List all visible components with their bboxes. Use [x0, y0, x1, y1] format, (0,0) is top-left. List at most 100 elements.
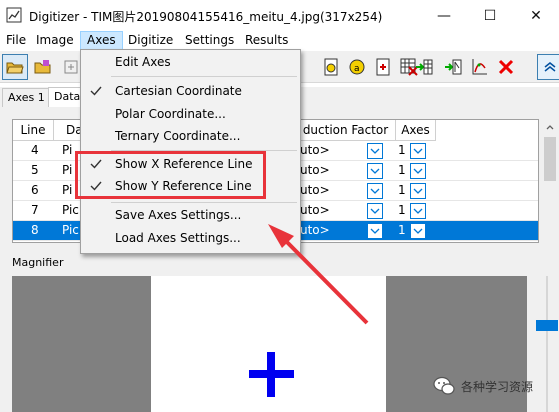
window-title: Digitizer - TIM图片20190804155416_meitu_4.… — [29, 10, 383, 24]
checkmark-icon — [89, 80, 103, 102]
reduction-dropdown[interactable] — [367, 223, 383, 239]
cell-line: 8 — [31, 223, 39, 237]
menu-separator — [111, 202, 297, 203]
curve-axes-icon — [472, 59, 487, 75]
menu-bar: File Image Axes Digitize Settings Result… — [0, 31, 559, 51]
cell-axes: 1 — [398, 203, 406, 217]
tool-button-1[interactable] — [318, 54, 344, 80]
header-line[interactable]: Line — [13, 120, 54, 141]
maximize-button[interactable]: ☐ — [467, 0, 513, 31]
zoom-slider-thumb[interactable] — [536, 320, 558, 331]
red-highlight-box — [75, 151, 266, 199]
cell-reduction: uto> — [300, 163, 330, 177]
open-project-button[interactable] — [30, 54, 56, 80]
menu-item-load-axes[interactable]: Load Axes Settings... — [82, 227, 299, 249]
reduction-dropdown[interactable] — [367, 183, 383, 199]
cell-reduction: uto> — [300, 223, 330, 237]
menu-item-polar[interactable]: Polar Coordinate... — [82, 103, 299, 125]
header-reduction-factor[interactable]: duction Factor — [296, 120, 396, 141]
minimize-button[interactable]: — — [421, 0, 467, 31]
chevron-down-icon — [413, 228, 423, 234]
red-x-icon — [498, 59, 514, 75]
close-button[interactable]: ✕ — [513, 0, 559, 31]
chevron-down-icon — [413, 188, 423, 194]
watermark: 各种学习资源 — [433, 376, 533, 396]
cell-axes: 1 — [398, 183, 406, 197]
menu-axes[interactable]: Axes — [80, 31, 123, 51]
wechat-icon — [433, 376, 455, 395]
axes-dropdown[interactable] — [410, 183, 426, 199]
menu-settings[interactable]: Settings — [179, 31, 240, 51]
menu-item-ternary[interactable]: Ternary Coordinate... — [82, 125, 299, 147]
cell-line: 7 — [31, 203, 39, 217]
menu-digitize[interactable]: Digitize — [122, 31, 179, 51]
cell-reduction: uto> — [300, 183, 330, 197]
header-axes[interactable]: Axes — [396, 120, 436, 141]
tool-button-7[interactable] — [466, 54, 492, 80]
scrollbar-thumb[interactable] — [544, 137, 556, 181]
title-bar: Digitizer - TIM图片20190804155416_meitu_4.… — [0, 0, 559, 31]
cell-axes: 1 — [398, 143, 406, 157]
tab-axes-1[interactable]: Axes 1 — [2, 88, 51, 107]
cell-reduction: uto> — [300, 143, 330, 157]
circle-point-icon: a — [349, 59, 365, 75]
cell-data: Pi — [62, 143, 73, 157]
export-icon — [64, 60, 78, 74]
tool-button-3[interactable] — [370, 54, 396, 80]
arrow-axis-icon — [445, 59, 462, 75]
cell-data: Pi — [62, 183, 73, 197]
page-icon — [324, 58, 338, 76]
tool-button-6[interactable] — [440, 54, 466, 80]
reduction-dropdown[interactable] — [367, 143, 383, 159]
chevron-down-icon — [413, 208, 423, 214]
menu-item-label: Cartesian Coordinate — [115, 84, 242, 98]
chevron-down-icon — [370, 188, 380, 194]
menu-item-save-axes[interactable]: Save Axes Settings... — [82, 204, 299, 226]
menu-item-edit-axes[interactable]: Edit Axes — [82, 51, 299, 73]
magnifier-label: Magnifier — [12, 256, 64, 269]
axes-dropdown[interactable] — [410, 203, 426, 219]
scroll-up-icon[interactable] — [546, 124, 554, 130]
menu-file[interactable]: File — [0, 31, 32, 51]
open-folder-icon — [6, 62, 24, 74]
crosshair-vertical — [267, 352, 275, 397]
zoom-slider-track[interactable] — [546, 276, 548, 412]
cell-data: Pi — [62, 163, 73, 177]
chevron-down-icon — [370, 148, 380, 154]
watermark-text: 各种学习资源 — [461, 379, 534, 394]
tool-button-5[interactable] — [411, 54, 437, 80]
chevron-up-double-icon — [544, 62, 556, 72]
chevron-down-icon — [370, 228, 380, 234]
app-icon — [6, 7, 22, 23]
chevron-down-icon — [370, 208, 380, 214]
cell-line: 6 — [31, 183, 39, 197]
grid-scrollbar[interactable] — [541, 119, 559, 241]
maximize-icon: ☐ — [483, 7, 497, 24]
reduction-dropdown[interactable] — [367, 203, 383, 219]
cell-axes: 1 — [398, 163, 406, 177]
cell-line: 4 — [31, 143, 39, 157]
axes-dropdown[interactable] — [410, 163, 426, 179]
add-page-icon — [376, 58, 390, 76]
chevron-down-icon — [413, 168, 423, 174]
folder-icon — [34, 60, 51, 74]
axes-dropdown[interactable] — [410, 223, 426, 239]
delete-button[interactable] — [493, 54, 519, 80]
axes-dropdown[interactable] — [410, 143, 426, 159]
cell-line: 5 — [31, 163, 39, 177]
menu-results[interactable]: Results — [239, 31, 294, 51]
chevron-down-icon — [413, 148, 423, 154]
close-icon: ✕ — [530, 7, 542, 24]
tool-button-2[interactable]: a — [344, 54, 370, 80]
menu-item-cartesian[interactable]: Cartesian Coordinate — [82, 80, 299, 102]
svg-text:a: a — [354, 64, 360, 74]
arrow-grid-icon — [416, 59, 433, 75]
menu-image[interactable]: Image — [30, 31, 80, 51]
open-image-button[interactable] — [2, 54, 28, 80]
reduction-dropdown[interactable] — [367, 163, 383, 179]
cell-reduction: uto> — [300, 203, 330, 217]
cell-axes: 1 — [398, 223, 406, 237]
toolbar-overflow-button[interactable] — [537, 54, 559, 80]
menu-separator — [111, 76, 297, 77]
chevron-down-icon — [370, 168, 380, 174]
